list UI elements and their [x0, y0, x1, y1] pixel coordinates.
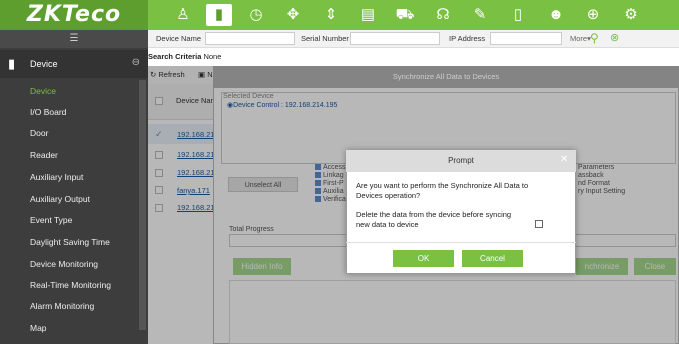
- cancel-button[interactable]: Cancel: [462, 250, 523, 267]
- device-name-label: Device Name: [156, 34, 202, 43]
- clear-filter-icon[interactable]: ⊗: [610, 31, 619, 44]
- sidebar-item-real-time-monitoring[interactable]: Real-Time Monitoring: [0, 275, 140, 296]
- device-name-input[interactable]: [205, 32, 295, 45]
- sidebar-item-event-type[interactable]: Event Type: [0, 210, 140, 231]
- search-icon[interactable]: ⚲: [590, 31, 599, 45]
- collapse-icon[interactable]: ⊖: [132, 57, 140, 68]
- sidebar-item-map[interactable]: Map: [0, 318, 140, 339]
- ip-address-input[interactable]: [490, 32, 562, 45]
- modal-backdrop: [148, 66, 213, 344]
- sidebar-item-daylight-saving-time[interactable]: Daylight Saving Time: [0, 232, 140, 253]
- patrol-icon[interactable]: ☊: [430, 4, 456, 26]
- delete-before-sync-label: Delete the data from the device before s…: [356, 210, 512, 229]
- sidebar-item-io-board[interactable]: I/O Board: [0, 102, 140, 123]
- door-device-icon[interactable]: ▮: [206, 4, 232, 26]
- sidebar-item-auxiliary-output[interactable]: Auxiliary Output: [0, 189, 140, 210]
- sidebar-item-alarm-monitoring[interactable]: Alarm Monitoring: [0, 296, 140, 317]
- sidebar-module-label: Device: [30, 59, 58, 69]
- sidebar-item-door[interactable]: Door: [0, 123, 140, 144]
- close-icon[interactable]: ✕: [560, 154, 568, 165]
- sidebar-scrollbar[interactable]: [139, 80, 146, 330]
- search-criteria: Search Criteria None: [148, 52, 221, 61]
- settings-icon[interactable]: ⚙: [618, 4, 644, 26]
- delete-before-sync-checkbox[interactable]: [535, 220, 543, 228]
- sidebar-module-device[interactable]: ▮ Device ⊖: [0, 50, 148, 78]
- clock-icon[interactable]: ◷: [243, 4, 269, 26]
- id-card-icon[interactable]: ▤: [355, 4, 381, 26]
- zkteco-logo: ZKTeco: [0, 0, 148, 30]
- menu-toggle-icon[interactable]: ☰: [0, 30, 148, 48]
- sidebar-item-device-monitoring[interactable]: Device Monitoring: [0, 254, 140, 275]
- plus-shield-icon[interactable]: ⊕: [580, 4, 606, 26]
- access-icon[interactable]: ✥: [280, 4, 306, 26]
- sidebar-item-device[interactable]: Device: [0, 81, 140, 102]
- more-filters-link[interactable]: More▾: [570, 34, 591, 43]
- elevator-icon[interactable]: ⇕: [318, 4, 344, 26]
- ok-button[interactable]: OK: [393, 250, 454, 267]
- signature-icon[interactable]: ✎: [467, 4, 493, 26]
- visitor-icon[interactable]: ☻: [543, 4, 569, 26]
- person-icon[interactable]: ♙: [170, 4, 196, 26]
- divider: [346, 242, 576, 243]
- modal-backdrop: [213, 66, 679, 88]
- search-criteria-value: None: [203, 52, 222, 61]
- serial-number-input[interactable]: [350, 32, 440, 45]
- prompt-title[interactable]: Prompt: [346, 150, 576, 172]
- prompt-message: Are you want to perform the Synchronize …: [356, 181, 529, 200]
- serial-number-label: Serial Number: [301, 34, 349, 43]
- search-criteria-label: Search Criteria: [148, 52, 202, 61]
- battery-icon[interactable]: ▯: [505, 4, 531, 26]
- sidebar-item-auxiliary-input[interactable]: Auxiliary Input: [0, 167, 140, 188]
- sidebar-item-reader[interactable]: Reader: [0, 145, 140, 166]
- device-icon: ▮: [8, 56, 16, 71]
- parking-icon[interactable]: ⛟: [392, 4, 418, 26]
- ip-address-label: IP Address: [449, 34, 486, 43]
